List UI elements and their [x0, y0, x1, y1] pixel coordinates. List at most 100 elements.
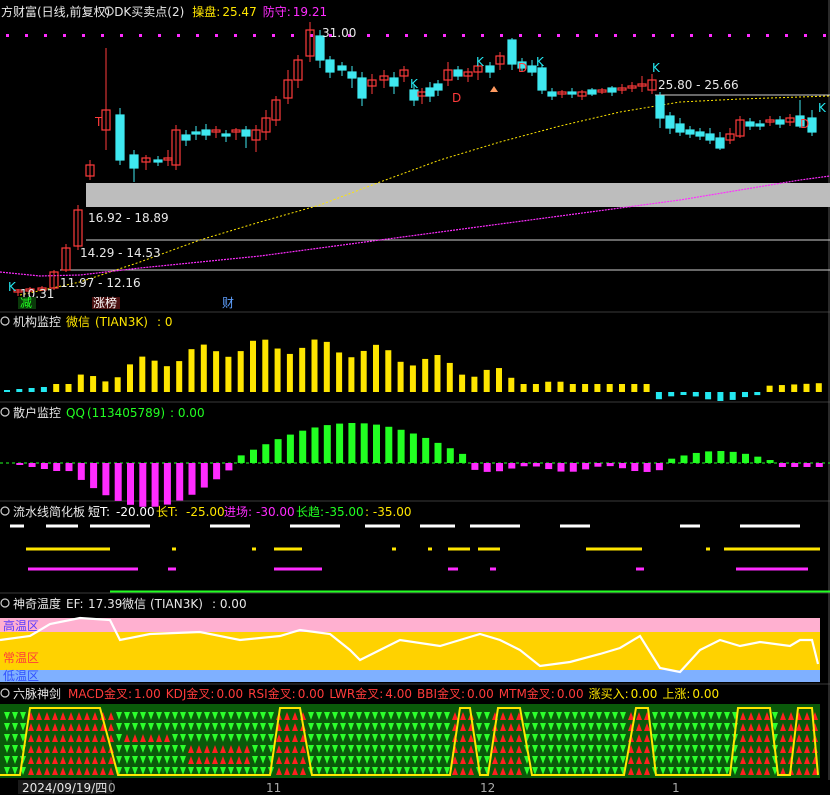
liumai-item-label: 上涨: [662, 686, 690, 701]
sanhu-bar [225, 463, 233, 471]
tag-cai: 财 [222, 296, 234, 310]
panel-toggle-icon[interactable] [0, 407, 10, 417]
jigou-bar [459, 374, 466, 392]
candle-body [357, 77, 367, 99]
candle-body [115, 114, 125, 161]
dk-label: DK买卖点(2) [114, 5, 184, 19]
candle-body [587, 89, 597, 95]
ef-value: 17.39 [88, 597, 122, 611]
jigou-bar [311, 339, 318, 392]
sanhu-bar [631, 463, 639, 472]
sanhu-bar [815, 463, 823, 467]
zone-high-label: 高温区 [3, 618, 39, 633]
jigou-bar [77, 374, 84, 392]
liushui-segments [10, 524, 830, 593]
panel-toggle-icon[interactable] [0, 316, 10, 326]
sanhu-bar [496, 463, 503, 472]
dot [462, 34, 465, 37]
jigou-bar [655, 392, 662, 400]
liushui-segment [428, 547, 432, 551]
liushui-segment [392, 547, 396, 551]
main-price-panel[interactable]: KK K KKKDDDT 方财富(日线,前复权) DK买卖点(2) 操盘: 25.4… [0, 4, 830, 310]
signal-mark: K [652, 61, 661, 75]
candle-body [507, 39, 517, 65]
sanhu-bar [250, 449, 257, 463]
jigou-bar [594, 384, 601, 392]
sanhu-bar [446, 448, 454, 463]
panel-liumai[interactable]: 六脉神剑 MACD金叉: 1.00 KDJ金叉: 0.00 RSI金叉: 0.00 LWR金… [0, 686, 820, 778]
jigou-bar [274, 348, 281, 392]
liushui-segment [274, 547, 302, 551]
candle-body [433, 83, 443, 91]
jigou-weixin-value: (TIAN3K) [95, 315, 148, 329]
chang-label: 长T: [156, 505, 178, 519]
jigou-value: : 0 [157, 315, 173, 329]
jigou-bar [545, 381, 552, 392]
candle-body [675, 123, 685, 133]
liushui-segment [274, 567, 322, 571]
jigou-bar [127, 364, 133, 392]
dot [690, 34, 693, 37]
pressure-band [86, 183, 830, 207]
sanhu-bar [77, 463, 85, 480]
liumai-item-value: 0.00 [631, 687, 658, 701]
liushui-segment [110, 590, 830, 593]
jigou-bar [151, 360, 158, 392]
sanhu-bar [594, 463, 602, 467]
dot [177, 34, 180, 37]
dot [728, 34, 731, 37]
jigou-bar [348, 357, 355, 392]
stock-chart[interactable]: KK K KKKDDDT 方财富(日线,前复权) DK买卖点(2) 操盘: 25.4… [0, 0, 830, 795]
liumai-title: 六脉神剑 [13, 686, 61, 701]
duan-value: -20.00 [116, 505, 155, 519]
panel-sanhu[interactable]: 散户监控 QQ (113405789) : 0.00 [0, 405, 830, 507]
dot [481, 34, 484, 37]
jigou-bar [299, 347, 306, 392]
sanhu-bar [360, 423, 368, 463]
liushui-segment [736, 567, 808, 571]
sanhu-bar [557, 463, 565, 472]
panel-wendu[interactable]: 神奇温度 EF: 17.39 微信 (TIAN3K) : 0.00 高温区 常温… [0, 596, 820, 683]
sanhu-bar [213, 463, 221, 480]
panel-liushui[interactable]: 流水线简化板 短T: -20.00 长T: -25.00 进场: -30.00 … [0, 505, 830, 593]
liushui-segment [252, 547, 256, 551]
dot [120, 34, 123, 37]
candle-body [755, 123, 765, 127]
candle-body [191, 131, 201, 135]
panel-toggle-icon[interactable] [0, 506, 10, 516]
zone-normal-label: 常温区 [3, 651, 39, 665]
jigou-bar [286, 353, 293, 392]
candle-body [665, 115, 675, 129]
jigou-bar [40, 387, 47, 392]
jigou-bar [422, 358, 429, 392]
sanhu-bar [286, 434, 294, 463]
month-label-1: 1 [672, 781, 680, 795]
sanhu-bar [299, 430, 307, 463]
panel-jigou[interactable]: 机构监控 微信 (TIAN3K) : 0 [0, 314, 822, 401]
signal-mark: K [818, 101, 827, 115]
liushui-segment [28, 567, 138, 571]
jigou-bar [803, 383, 810, 392]
liumai-item-label: MACD金叉: [68, 686, 132, 701]
dot [823, 34, 826, 37]
wendu-weixin-label: 微信 [122, 597, 146, 611]
jigou-weixin-label: 微信 [66, 315, 90, 329]
jigou-bar [582, 384, 589, 392]
sanhu-bar [742, 453, 749, 463]
sanhu-bar [422, 437, 430, 463]
caopan-value: 25.47 [222, 5, 256, 19]
dot [443, 34, 446, 37]
jigou-bar [446, 362, 453, 392]
dot [500, 34, 503, 37]
signal-mark: K [410, 77, 419, 91]
signal-mark: D [800, 117, 809, 131]
sanhu-bar [262, 444, 270, 463]
sanhu-bar [163, 463, 171, 505]
time-axis: 2024/09/19/四 0 11 12 1 [0, 780, 830, 795]
sanhu-bar [348, 423, 356, 463]
panel-toggle-icon[interactable] [0, 598, 10, 608]
liushui-segment [210, 524, 250, 528]
panel-toggle-icon[interactable] [0, 688, 10, 698]
jigou-bar [188, 349, 195, 392]
jigou-bar [53, 384, 60, 392]
